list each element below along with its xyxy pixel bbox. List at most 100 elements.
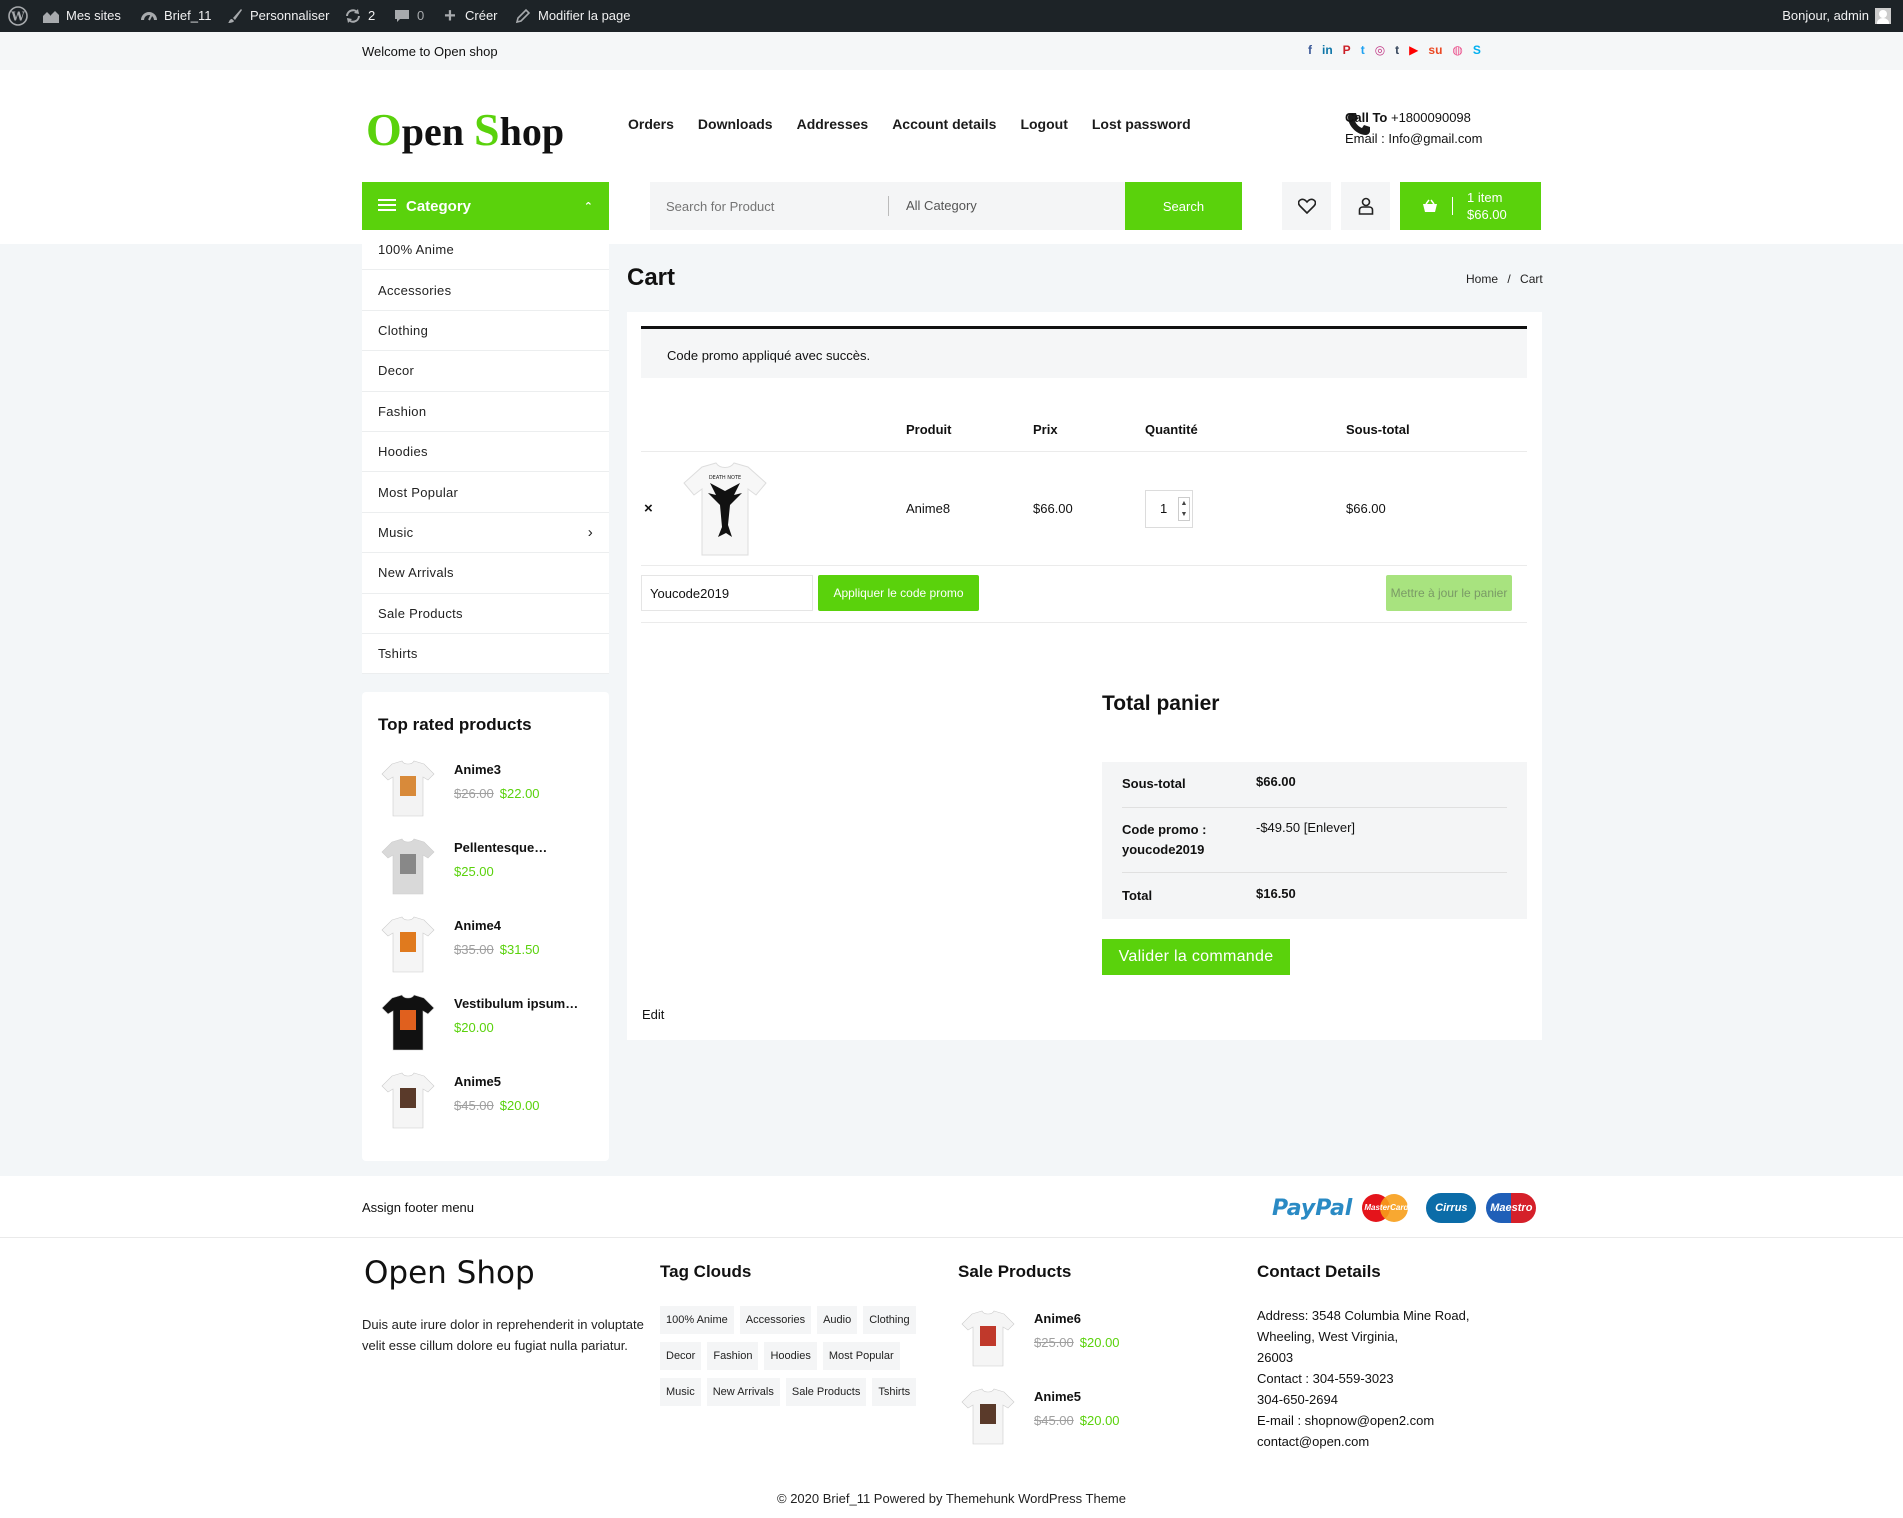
youtube-icon[interactable]: ▶ — [1409, 43, 1418, 57]
product-thumbnail[interactable] — [958, 1305, 1018, 1371]
product-name[interactable]: Anime3 — [454, 762, 594, 777]
tumblr-icon[interactable]: t — [1395, 43, 1399, 57]
quantity-stepper[interactable]: 1 ▲ ▼ — [1145, 490, 1193, 528]
edit-page-link[interactable]: Modifier la page — [514, 0, 631, 32]
tag-link[interactable]: Decor — [660, 1342, 702, 1370]
sale-product-item[interactable]: Anime6 $25.00 $20.00 — [958, 1305, 1158, 1375]
nav-account-details[interactable]: Account details — [892, 116, 996, 132]
pinterest-icon[interactable]: P — [1343, 43, 1351, 57]
site-logo[interactable]: Open Shop — [366, 103, 564, 156]
category-item[interactable]: 100% Anime — [362, 230, 609, 271]
top-rated-item[interactable]: Pellentesque… $25.00 — [378, 836, 598, 900]
footer-bar — [0, 1176, 1903, 1238]
category-item[interactable]: Clothing — [362, 311, 609, 352]
top-rated-item[interactable]: Anime5 $45.00 $20.00 — [378, 1070, 598, 1134]
checkout-button[interactable]: Valider la commande — [1102, 939, 1290, 975]
category-item[interactable]: Hoodies — [362, 432, 609, 473]
category-item[interactable]: New Arrivals — [362, 553, 609, 594]
tag-link[interactable]: Audio — [817, 1306, 858, 1334]
nav-orders[interactable]: Orders — [628, 116, 674, 132]
product-name[interactable]: Anime5 — [1034, 1389, 1081, 1404]
nav-downloads[interactable]: Downloads — [698, 116, 773, 132]
tag-link[interactable]: Most Popular — [822, 1342, 900, 1370]
tag-link[interactable]: Clothing — [863, 1306, 916, 1334]
coupon-input[interactable]: Youcode2019 — [641, 575, 813, 611]
top-rated-item[interactable]: Anime4 $35.00 $31.50 — [378, 914, 598, 978]
remove-item-button[interactable]: × — [644, 500, 653, 517]
top-rated-widget: Top rated products Anime3 $26.00 $22.00 Pel… — [362, 692, 609, 1161]
comment-icon — [393, 7, 411, 25]
update-cart-button[interactable]: Mettre à jour le panier — [1386, 575, 1512, 611]
product-thumbnail[interactable] — [378, 758, 438, 818]
product-thumbnail[interactable] — [958, 1383, 1018, 1449]
site-name-menu[interactable]: Brief_11 — [140, 0, 211, 32]
stumbleupon-icon[interactable]: su — [1428, 43, 1442, 57]
comments-link[interactable]: 0 — [393, 0, 424, 32]
total-label: Total — [1122, 888, 1153, 903]
customize-link[interactable]: Personnaliser — [226, 0, 330, 32]
account-menu[interactable]: Bonjour, admin — [1782, 0, 1891, 32]
spinner-arrows-icon[interactable]: ▲ ▼ — [1178, 497, 1190, 521]
category-item[interactable]: Music › — [362, 513, 609, 554]
nav-addresses[interactable]: Addresses — [797, 116, 869, 132]
tag-link[interactable]: New Arrivals — [706, 1378, 780, 1406]
sale-price: $20.00 — [1079, 1335, 1120, 1350]
sale-product-item[interactable]: Anime5 $45.00 $20.00 — [958, 1383, 1158, 1453]
category-item[interactable]: Tshirts — [362, 634, 609, 675]
product-thumbnail[interactable]: DEATH NOTE — [680, 461, 770, 557]
wishlist-button[interactable] — [1282, 182, 1331, 230]
product-name[interactable]: Anime4 — [454, 918, 594, 933]
product-thumbnail[interactable] — [378, 1070, 438, 1130]
instagram-icon[interactable]: ◎ — [1375, 43, 1385, 57]
tag-link[interactable]: Fashion — [707, 1342, 759, 1370]
tag-link[interactable]: Music — [660, 1378, 701, 1406]
tag-link[interactable]: Accessories — [739, 1306, 812, 1334]
search-input[interactable] — [650, 182, 880, 230]
my-sites-menu[interactable]: Mes sites — [42, 0, 121, 32]
tag-link[interactable]: 100% Anime — [660, 1306, 734, 1334]
product-name[interactable]: Anime6 — [1034, 1311, 1081, 1326]
category-item[interactable]: Accessories — [362, 270, 609, 311]
tag-link[interactable]: Hoodies — [764, 1342, 817, 1370]
facebook-icon[interactable]: f — [1308, 43, 1312, 57]
category-select[interactable]: All Category — [906, 198, 977, 213]
account-button[interactable] — [1341, 182, 1390, 230]
nav-lost-password[interactable]: Lost password — [1092, 116, 1191, 132]
plus-icon: + — [444, 5, 456, 27]
linkedin-icon[interactable]: in — [1322, 43, 1333, 57]
product-price: $35.00 $31.50 — [454, 942, 540, 957]
product-name[interactable]: Vestibulum ipsum… — [454, 996, 594, 1011]
sale-products-title: Sale Products — [958, 1262, 1072, 1281]
twitter-icon[interactable]: t — [1361, 43, 1365, 57]
updates-link[interactable]: 2 — [344, 0, 375, 32]
product-name[interactable]: Anime8 — [906, 501, 950, 516]
new-content-menu[interactable]: + Créer — [441, 0, 497, 32]
skype-icon[interactable]: S — [1473, 43, 1481, 57]
category-item[interactable]: Sale Products — [362, 594, 609, 634]
tag-link[interactable]: Sale Products — [785, 1378, 867, 1406]
category-item[interactable]: Fashion — [362, 392, 609, 432]
top-rated-item[interactable]: Anime3 $26.00 $22.00 — [378, 758, 598, 822]
wordpress-logo-icon[interactable]: W — [8, 0, 28, 32]
product-thumbnail[interactable] — [378, 914, 438, 974]
tag-link[interactable]: Tshirts — [872, 1378, 917, 1406]
footer-menu-link[interactable]: Assign footer menu — [362, 1200, 474, 1215]
category-item[interactable]: Decor — [362, 351, 609, 392]
top-rated-item[interactable]: Vestibulum ipsum… $20.00 — [378, 992, 598, 1056]
product-thumbnail[interactable] — [378, 992, 438, 1052]
search-button[interactable]: Search — [1125, 182, 1242, 230]
product-name[interactable]: Anime5 — [454, 1074, 594, 1089]
breadcrumb-home[interactable]: Home — [1466, 272, 1498, 286]
email-line: Email : Info@gmail.com — [1345, 131, 1483, 146]
cart-button[interactable]: 1 item $66.00 — [1400, 182, 1541, 230]
dribbble-icon[interactable]: ◍ — [1452, 43, 1462, 57]
nav-logout[interactable]: Logout — [1020, 116, 1067, 132]
product-name[interactable]: Pellentesque… — [454, 840, 594, 855]
category-toggle-button[interactable]: Category ⌃ — [362, 182, 609, 230]
remove-promo-link[interactable]: [Enlever] — [1304, 820, 1355, 835]
apply-coupon-button[interactable]: Appliquer le code promo — [818, 575, 979, 611]
account-nav: Orders Downloads Addresses Account detai… — [628, 116, 1191, 132]
edit-link[interactable]: Edit — [642, 1007, 664, 1022]
category-item[interactable]: Most Popular — [362, 472, 609, 513]
product-thumbnail[interactable] — [378, 836, 438, 896]
